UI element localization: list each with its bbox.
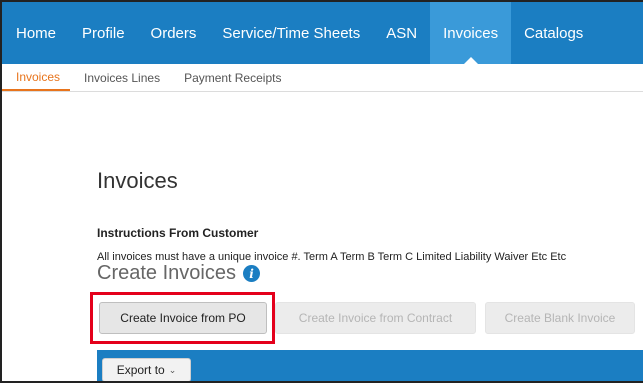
chevron-down-icon: ⌄ bbox=[168, 364, 177, 375]
tab-invoices[interactable]: Invoices bbox=[2, 64, 71, 91]
nav-home[interactable]: Home bbox=[2, 2, 69, 64]
tab-payment-receipts[interactable]: Payment Receipts bbox=[170, 64, 291, 91]
create-blank-invoice-button: Create Blank Invoice bbox=[485, 302, 635, 334]
info-icon[interactable]: i bbox=[242, 265, 260, 282]
nav-profile[interactable]: Profile bbox=[69, 2, 138, 64]
app-frame: Home Profile Orders Service/Time Sheets … bbox=[0, 0, 643, 383]
top-navigation: Home Profile Orders Service/Time Sheets … bbox=[2, 2, 643, 64]
page-title: Invoices bbox=[97, 168, 178, 193]
export-label: Export to bbox=[116, 363, 165, 377]
nav-asn[interactable]: ASN bbox=[373, 2, 430, 64]
nav-catalogs[interactable]: Catalogs bbox=[511, 2, 596, 64]
create-invoices-label: Create Invoices bbox=[97, 262, 236, 284]
instructions-heading: Instructions From Customer bbox=[97, 226, 259, 240]
highlight-box bbox=[90, 292, 275, 344]
create-invoices-heading: Create Invoices i bbox=[97, 262, 260, 285]
nav-invoices[interactable]: Invoices bbox=[430, 2, 512, 64]
nav-service-time-sheets[interactable]: Service/Time Sheets bbox=[209, 2, 373, 64]
tab-invoices-lines[interactable]: Invoices Lines bbox=[70, 64, 170, 91]
create-invoice-from-contract-button: Create Invoice from Contract bbox=[275, 302, 476, 334]
sub-navigation: Invoices Invoices Lines Payment Receipts bbox=[2, 64, 643, 92]
nav-orders[interactable]: Orders bbox=[138, 2, 210, 64]
export-to-button[interactable]: Export to ⌄ bbox=[102, 358, 191, 381]
